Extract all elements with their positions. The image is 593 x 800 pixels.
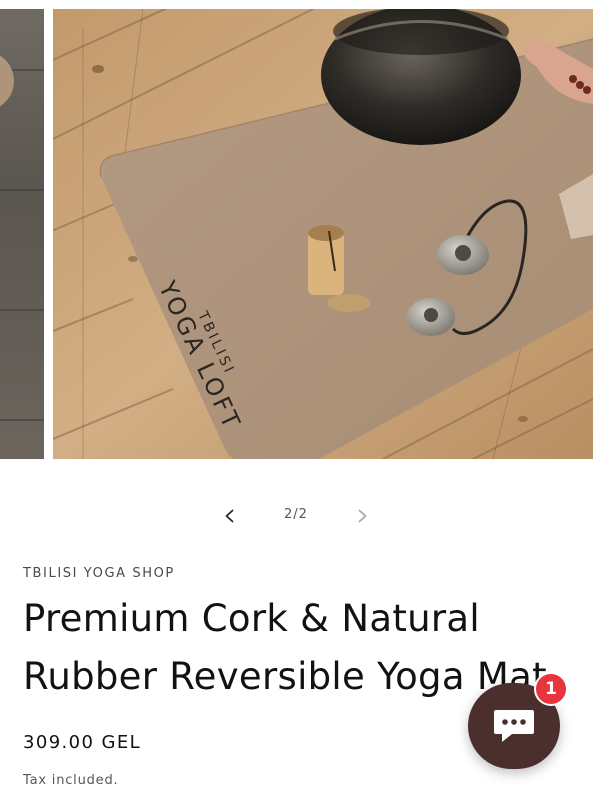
chevron-right-icon xyxy=(358,509,367,523)
gallery-slider-controls: 2/2 xyxy=(0,498,593,534)
previous-slide-button[interactable] xyxy=(212,498,248,534)
product-photo xyxy=(53,9,593,459)
floor-board-line xyxy=(0,309,44,311)
chevron-left-icon xyxy=(225,509,234,523)
chat-bubble-icon xyxy=(494,710,534,742)
previous-image-object xyxy=(0,51,14,111)
gallery-slide-previous[interactable] xyxy=(0,9,44,459)
gallery-slide-current[interactable]: TBILISI YOGA LOFT xyxy=(53,9,593,459)
product-title-line1: Premium Cork & Natural xyxy=(23,597,480,640)
floor-board-line xyxy=(0,189,44,191)
product-vendor: TBILISI YOGA SHOP xyxy=(23,566,175,581)
floor-board-line xyxy=(0,419,44,421)
chat-notification-badge: 1 xyxy=(534,672,568,706)
product-media-gallery: TBILISI YOGA LOFT xyxy=(0,0,593,462)
next-slide-button[interactable] xyxy=(344,498,380,534)
product-price: 309.00 GEL xyxy=(23,732,142,753)
product-page: TBILISI YOGA LOFT 2/2 TBILISI YOGA SHOP … xyxy=(0,0,593,800)
tax-note: Tax included. xyxy=(23,773,119,788)
slide-counter: 2/2 xyxy=(284,507,308,522)
